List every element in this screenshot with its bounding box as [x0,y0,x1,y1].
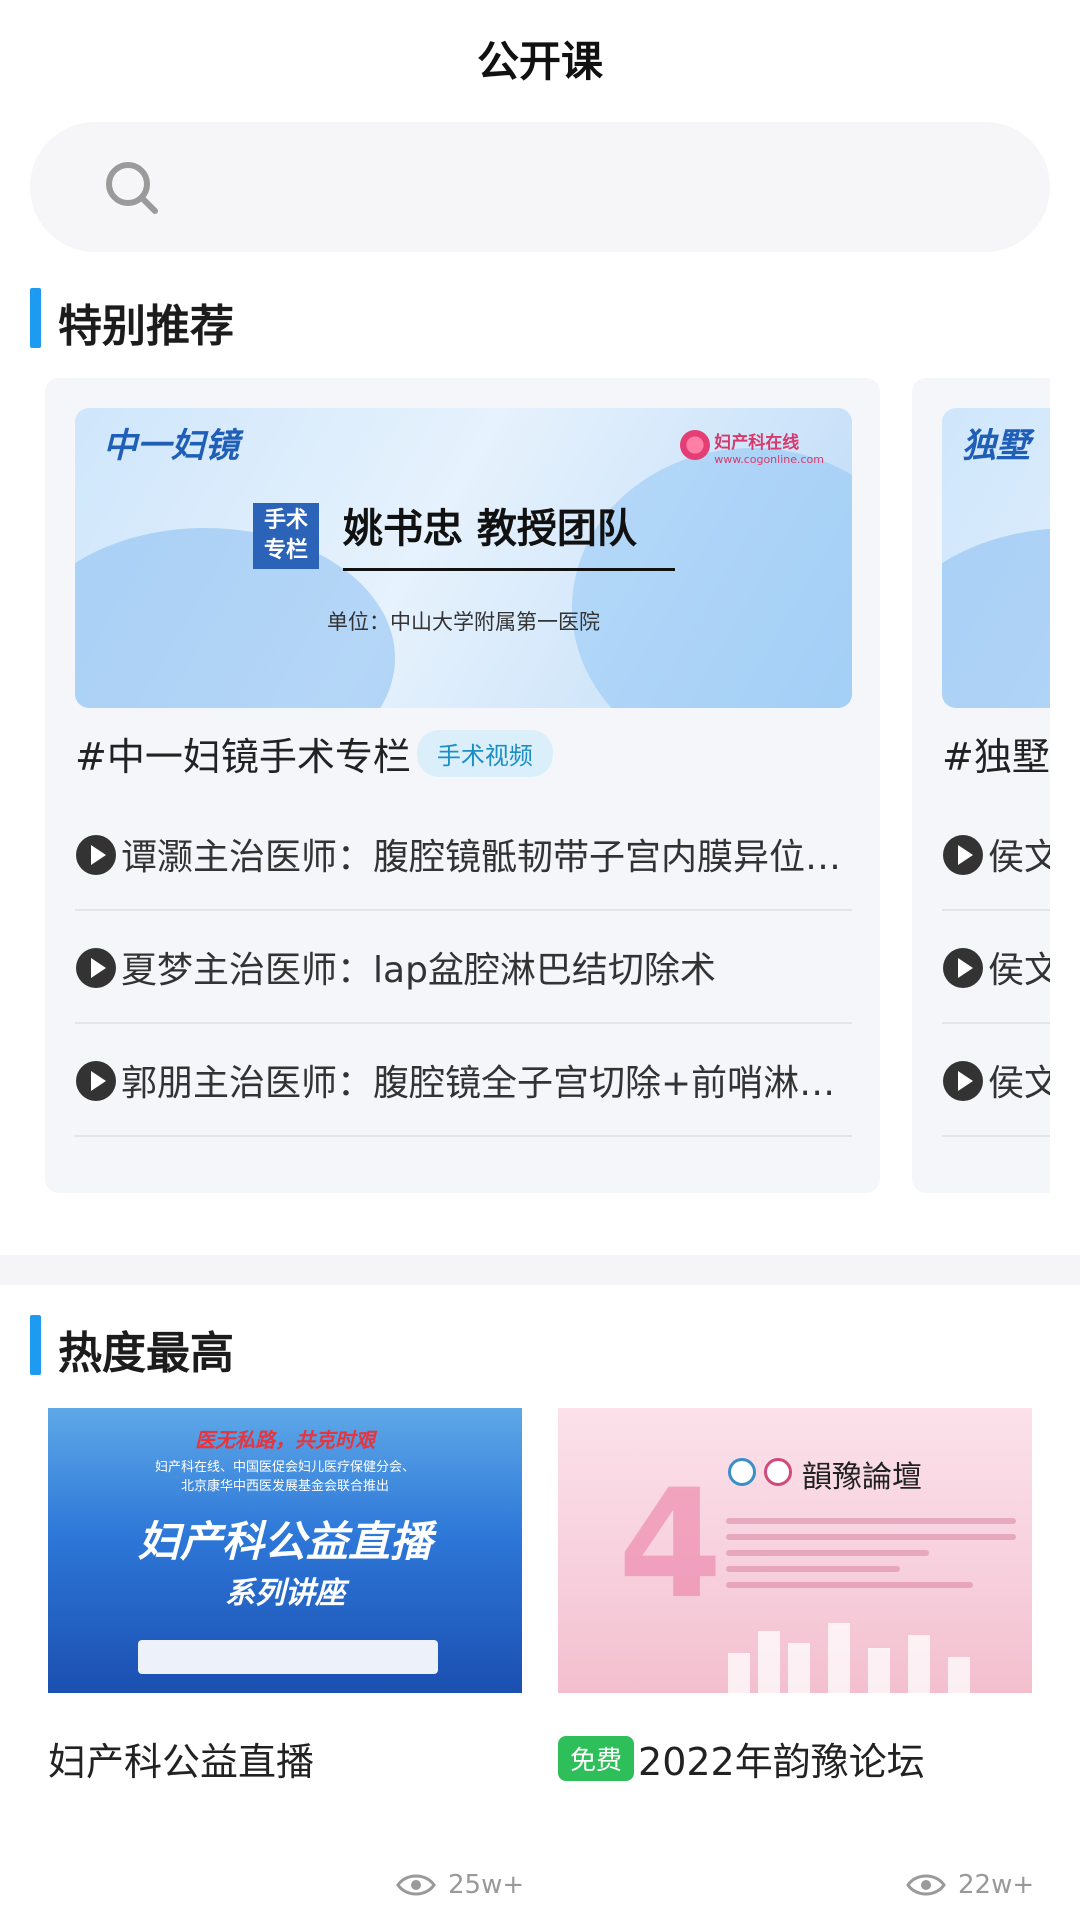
logo-icon [764,1458,792,1486]
play-icon [943,835,983,875]
play-icon [76,1061,116,1101]
section-title: 特别推荐 [58,301,234,352]
recommend-card-title[interactable]: #中一妇镜手术专栏 手术视频 [75,726,553,781]
play-icon [76,948,116,988]
banner-name: 姚书忠 教授团队 [343,506,637,552]
recommend-card-title[interactable]: #独墅 [942,726,1050,781]
banner-tag: 手术 专栏 [253,503,319,569]
list-item[interactable]: 谭灏主治医师：腹腔镜骶韧带子宫内膜异位病灶切除术 [75,798,852,911]
search-icon [106,162,158,214]
section-accent-bar [30,1315,41,1375]
hot-card[interactable]: 4 韻豫論壇 免费 2022年韵豫论坛 [558,1408,1032,1786]
view-count: 22w+ [906,1870,1034,1900]
banner-unit: 单位：中山大学附属第一医院 [327,610,600,634]
list-item[interactable]: 侯文 [942,1024,1050,1137]
brand-logo: 妇产科在线 www.cogonline.com [680,428,824,466]
list-item[interactable]: 侯文 [942,798,1050,911]
recommend-card[interactable]: 独墅 #独墅 侯文 侯文 侯文 [912,378,1050,1193]
list-item[interactable]: 夏梦主治医师：lap盆腔淋巴结切除术 [75,911,852,1024]
play-icon [76,835,116,875]
recommend-card[interactable]: 中一妇镜 妇产科在线 www.cogonline.com 手术 专栏 姚书忠 教… [45,378,880,1193]
eye-icon [906,1874,946,1896]
category-tag: 手术视频 [416,730,553,777]
page-title: 公开课 [476,37,603,86]
list-item[interactable]: 侯文 [942,911,1050,1024]
recommend-carousel[interactable]: 中一妇镜 妇产科在线 www.cogonline.com 手术 专栏 姚书忠 教… [0,378,1050,1193]
logo-icon [728,1458,756,1486]
play-icon [943,948,983,988]
view-count: 25w+ [396,1870,524,1900]
free-badge: 免费 [558,1736,635,1781]
section-accent-bar [30,288,41,348]
search-input[interactable] [30,122,1050,252]
logo-strip [138,1640,438,1674]
eye-icon [396,1874,436,1896]
hot-card-image[interactable]: 4 韻豫論壇 [558,1408,1032,1693]
hot-card-title: 免费 2022年韵豫论坛 [558,1731,1032,1786]
banner-series-label: 中一妇镜 [103,426,239,466]
section-divider [0,1255,1080,1285]
page: 公开课 特别推荐 中一妇镜 妇产科在线 www.cogonline.com 手术 [0,0,1080,1920]
recommend-banner-image[interactable]: 独墅 [942,408,1050,708]
hot-card-title: 妇产科公益直播 [48,1740,315,1784]
play-icon [943,1061,983,1101]
recommend-banner-image[interactable]: 中一妇镜 妇产科在线 www.cogonline.com 手术 专栏 姚书忠 教… [75,408,852,708]
hot-card-image[interactable]: 医无私路，共克时艰 妇产科在线、中国医促会妇儿医疗保健分会、 北京康华中西医发展… [48,1408,522,1693]
hot-card[interactable]: 医无私路，共克时艰 妇产科在线、中国医促会妇儿医疗保健分会、 北京康华中西医发展… [48,1408,522,1786]
banner-series-label: 独墅 [962,426,1030,466]
list-item[interactable]: 郭朋主治医师：腹腔镜全子宫切除+前哨淋巴结活检 [75,1024,852,1137]
section-title: 热度最高 [58,1328,234,1379]
